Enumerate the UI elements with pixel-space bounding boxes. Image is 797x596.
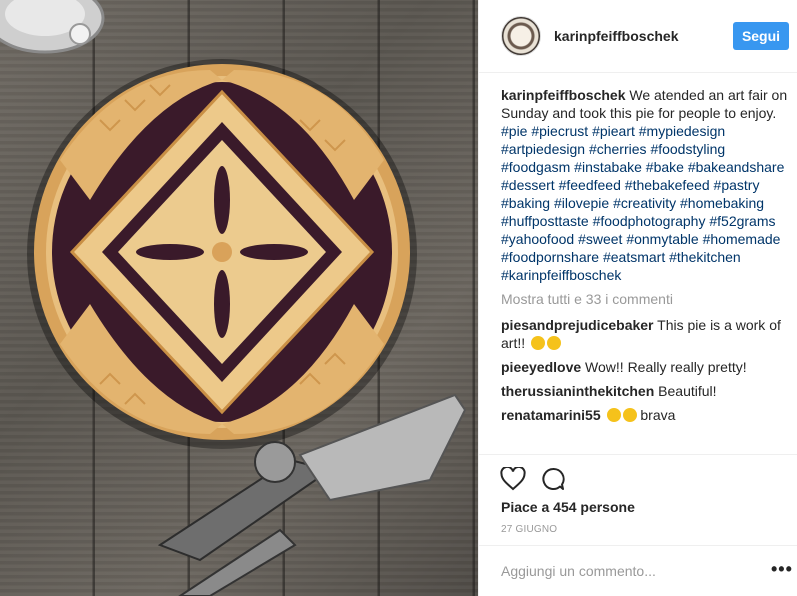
more-options-icon[interactable]: ••• (771, 560, 793, 578)
comment-item: renatamarini55 brava (501, 406, 791, 424)
hashtag-link[interactable]: #artpiedesign (501, 141, 585, 157)
hashtag-link[interactable]: #ilovepie (554, 195, 609, 211)
load-more-comments-link[interactable]: Mostra tutti e 33 i commenti (501, 290, 791, 308)
caption-username[interactable]: karinpfeiffboschek (501, 87, 625, 103)
hashtag-link[interactable]: #foodstyling (650, 141, 725, 157)
hashtag-link[interactable]: #onmytable (626, 231, 698, 247)
comment-text: Wow!! Really really pretty! (585, 359, 747, 375)
heart-eyes-emoji-icon (547, 336, 562, 350)
hashtag-link[interactable]: #pieart (592, 123, 635, 139)
hashtag-link[interactable]: #f52grams (709, 213, 775, 229)
hashtag-link[interactable]: #pie (501, 123, 527, 139)
comment-icon (542, 468, 565, 490)
hashtag-link[interactable]: #eatsmart (603, 249, 665, 265)
post-header: karinpfeiffboschek Segui (479, 0, 797, 73)
post-details-panel: karinpfeiffboschek Segui karinpfeiffbosc… (478, 0, 797, 596)
hashtag-link[interactable]: #baking (501, 195, 550, 211)
hashtag-link[interactable]: #bakeandshare (688, 159, 785, 175)
comment-text: Beautiful! (658, 383, 717, 399)
hashtag-link[interactable]: #thekitchen (669, 249, 741, 265)
comment-text: brava (640, 407, 676, 423)
pie-photo-illustration (0, 0, 467, 596)
comment-item: piesandprejudicebaker This pie is a work… (501, 316, 791, 352)
clap-emoji-icon (622, 408, 637, 422)
hashtag-link[interactable]: #mypiedesign (639, 123, 725, 139)
hashtag-link[interactable]: #homebaking (680, 195, 764, 211)
likes-count[interactable]: Piace a 454 persone (501, 499, 635, 515)
hashtag-link[interactable]: #yahoofood (501, 231, 574, 247)
hashtag-link[interactable]: #instabake (574, 159, 642, 175)
heart-icon (500, 467, 526, 491)
comment-item: therussianinthekitchen Beautiful! (501, 382, 791, 400)
hashtag-link[interactable]: #foodgasm (501, 159, 570, 175)
hashtag-link[interactable]: #cherries (589, 141, 647, 157)
post-actions: Piace a 454 persone 27 GIUGNO (479, 454, 797, 544)
caption: karinpfeiffboschek We atended an art fai… (501, 86, 791, 284)
comment-username[interactable]: piesandprejudicebaker (501, 317, 654, 333)
hashtag-link[interactable]: #homemade (703, 231, 781, 247)
comment-input[interactable] (501, 560, 751, 582)
hashtag-link[interactable]: #sweet (578, 231, 622, 247)
hashtag-list: #pie #piecrust #pieart #mypiedesign #art… (501, 123, 784, 283)
post-photo[interactable] (0, 0, 478, 596)
comment-username[interactable]: renatamarini55 (501, 407, 601, 423)
hashtag-link[interactable]: #huffposttaste (501, 213, 589, 229)
hashtag-link[interactable]: #karinpfeiffboschek (501, 267, 621, 283)
hashtag-link[interactable]: #foodpornshare (501, 249, 599, 265)
follow-button[interactable]: Segui (733, 22, 789, 50)
hashtag-link[interactable]: #piecrust (531, 123, 588, 139)
comments-section: karinpfeiffboschek We atended an art fai… (501, 86, 791, 454)
like-button[interactable] (499, 465, 527, 493)
hashtag-link[interactable]: #creativity (613, 195, 676, 211)
hashtag-link[interactable]: #dessert (501, 177, 555, 193)
clap-emoji-icon (606, 408, 621, 422)
hashtag-link[interactable]: #bake (646, 159, 684, 175)
hashtag-link[interactable]: #foodphotography (593, 213, 706, 229)
header-username[interactable]: karinpfeiffboschek (554, 28, 678, 44)
comment-username[interactable]: therussianinthekitchen (501, 383, 654, 399)
post-date[interactable]: 27 GIUGNO (501, 524, 557, 535)
add-comment-bar: ••• (479, 545, 797, 596)
hashtag-link[interactable]: #thebakefeed (625, 177, 710, 193)
hashtag-link[interactable]: #pastry (714, 177, 760, 193)
hashtag-link[interactable]: #feedfeed (559, 177, 621, 193)
comment-button[interactable] (539, 465, 567, 493)
comment-item: pieeyedlove Wow!! Really really pretty! (501, 358, 791, 376)
ok-hand-emoji-icon (531, 336, 546, 350)
avatar[interactable] (501, 16, 541, 56)
comment-username[interactable]: pieeyedlove (501, 359, 581, 375)
